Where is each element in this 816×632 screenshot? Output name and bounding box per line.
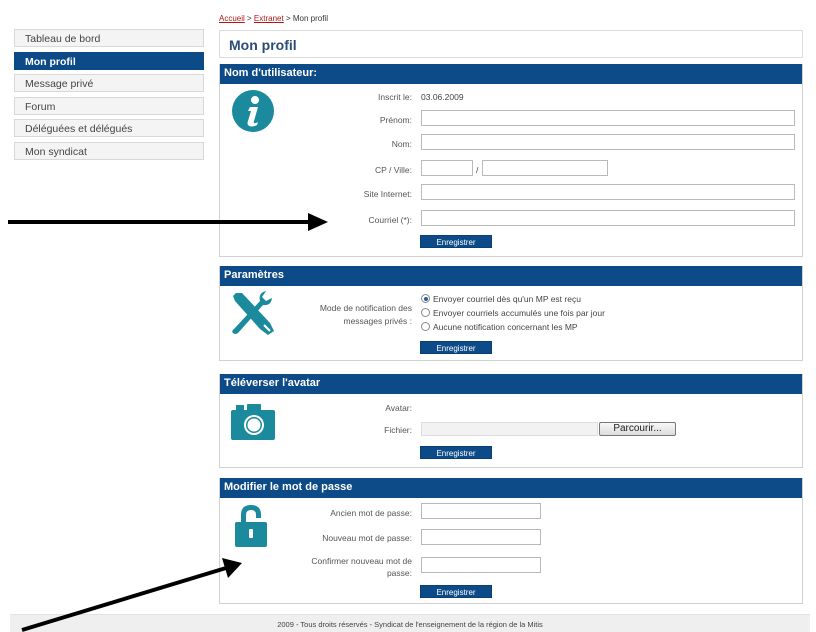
registered-value: 03.06.2009 — [421, 92, 464, 102]
email-field[interactable] — [421, 210, 795, 226]
confirm-password-field[interactable] — [421, 557, 541, 573]
notification-mode-label-line1: Mode de notification des — [319, 303, 412, 313]
sidebar-item-tableau-de-bord[interactable]: Tableau de bord — [14, 29, 204, 47]
footer: 2009 - Tous droits réservés - Syndicat d… — [10, 614, 810, 632]
notification-mode-label: Mode de notification des messages privés… — [305, 303, 412, 326]
new-password-field[interactable] — [421, 529, 541, 545]
save-settings-button[interactable]: Enregistrer — [420, 341, 492, 354]
lock-icon — [234, 502, 268, 548]
tools-icon — [230, 289, 276, 337]
radio-unchecked-icon[interactable] — [421, 322, 430, 331]
sidebar-item-message-prive[interactable]: Message privé — [14, 74, 204, 92]
params-section: Paramètres Mode de notification des mess… — [219, 266, 803, 361]
radio-checked-icon[interactable] — [421, 294, 430, 303]
old-password-label: Ancien mot de passe: — [330, 508, 412, 518]
avatar-label: Avatar: — [385, 403, 412, 413]
postal-code-field[interactable] — [421, 160, 473, 176]
file-path-field[interactable] — [421, 422, 598, 436]
firstname-field[interactable] — [421, 110, 795, 126]
avatar-section-title: Téléverser l'avatar — [220, 374, 802, 394]
avatar-section: Téléverser l'avatar Avatar: Fichier: Par… — [219, 374, 803, 468]
new-password-label: Nouveau mot de passe: — [322, 533, 412, 543]
confirm-password-label: Confirmer nouveau mot de passe: — [290, 556, 412, 578]
notification-mode-label-line2: messages privés : — [343, 316, 413, 326]
info-icon — [230, 88, 276, 134]
email-label: Courriel (*): — [368, 215, 412, 225]
sidebar-item-mon-syndicat[interactable]: Mon syndicat — [14, 141, 204, 160]
website-field[interactable] — [421, 184, 795, 200]
page-title: Mon profil — [229, 37, 297, 53]
password-section-title: Modifier le mot de passe — [220, 478, 802, 498]
notify-option-label: Envoyer courriels accumulés une fois par… — [433, 308, 605, 318]
notify-option-immediate[interactable]: Envoyer courriel dès qu'un MP est reçu — [421, 294, 581, 306]
old-password-field[interactable] — [421, 503, 541, 519]
user-section: Nom d'utilisateur: Inscrit le: 03.06.200… — [219, 64, 803, 257]
postal-city-label: CP / Ville: — [374, 165, 412, 175]
breadcrumb-extranet-link[interactable]: Extranet — [254, 14, 284, 23]
notify-option-label: Aucune notification concernant les MP — [433, 322, 578, 332]
camera-icon — [230, 402, 276, 442]
notify-option-label: Envoyer courriel dès qu'un MP est reçu — [433, 294, 581, 304]
breadcrumb-current: Mon profil — [292, 14, 328, 23]
page-title-box: Mon profil — [219, 30, 803, 58]
radio-unchecked-icon[interactable] — [421, 308, 430, 317]
notify-option-none[interactable]: Aucune notification concernant les MP — [421, 322, 578, 334]
website-label: Site Internet: — [363, 189, 412, 199]
confirm-password-label-line2: passe: — [386, 568, 412, 578]
breadcrumb-separator: > — [283, 14, 293, 23]
save-avatar-button[interactable]: Enregistrer — [420, 446, 492, 459]
postal-separator: / — [476, 165, 479, 175]
notify-option-daily[interactable]: Envoyer courriels accumulés une fois par… — [421, 308, 605, 320]
confirm-password-label-line1: Confirmer nouveau mot de — [311, 556, 412, 566]
city-field[interactable] — [482, 160, 608, 176]
params-section-title: Paramètres — [220, 266, 802, 286]
browse-button[interactable]: Parcourir... — [599, 422, 676, 436]
breadcrumb-home-link[interactable]: Accueil — [219, 14, 245, 23]
registered-label: Inscrit le: — [377, 92, 412, 102]
save-password-button[interactable]: Enregistrer — [420, 585, 492, 598]
breadcrumb: Accueil > Extranet > Mon profil — [219, 14, 328, 23]
file-label: Fichier: — [384, 425, 412, 435]
sidebar-nav: Tableau de bord Mon profil Message privé… — [14, 29, 204, 164]
lastname-label: Nom: — [391, 139, 412, 149]
user-section-title: Nom d'utilisateur: — [220, 64, 802, 84]
sidebar-item-forum[interactable]: Forum — [14, 96, 204, 115]
lastname-field[interactable] — [421, 134, 795, 150]
breadcrumb-separator: > — [244, 14, 254, 23]
sidebar-item-delegues[interactable]: Déléguées et délégués — [14, 119, 204, 137]
save-profile-button[interactable]: Enregistrer — [420, 235, 492, 248]
password-section: Modifier le mot de passe Ancien mot de p… — [219, 478, 803, 604]
firstname-label: Prénom: — [379, 115, 412, 125]
sidebar-item-mon-profil[interactable]: Mon profil — [14, 51, 204, 70]
